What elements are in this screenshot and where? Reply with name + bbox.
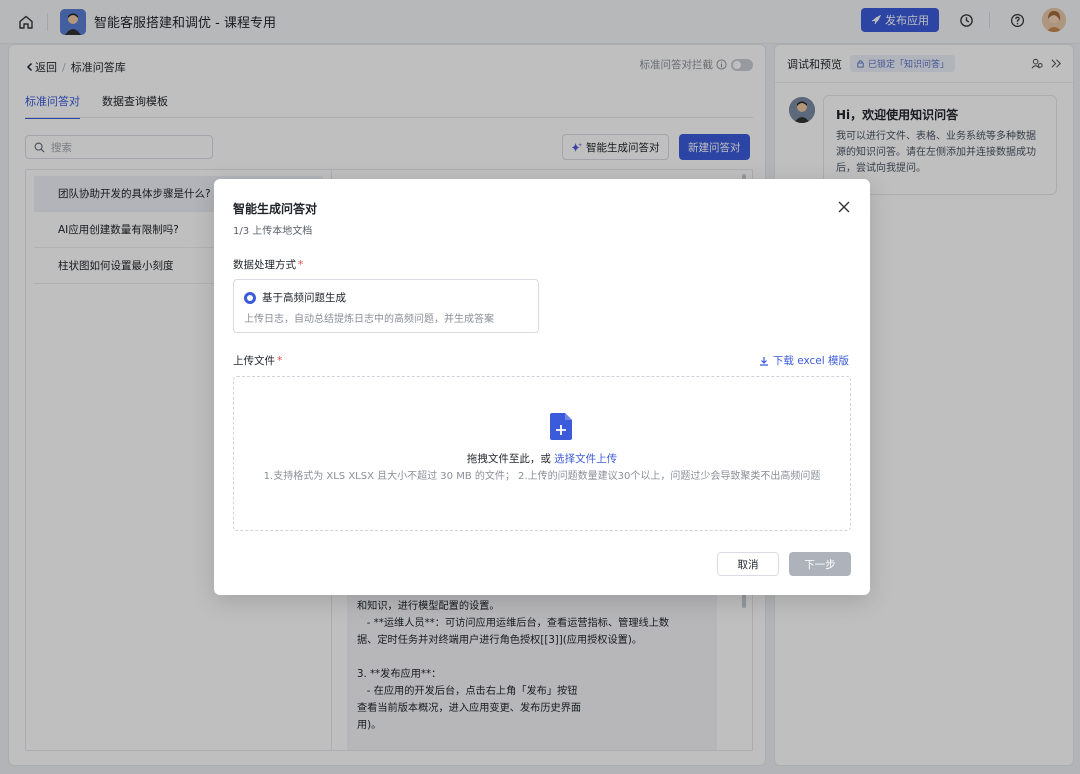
- drag-label: 拖拽文件至此，或: [466, 453, 555, 465]
- upload-label: 上传文件: [233, 355, 275, 367]
- option-title: 基于高频问题生成: [262, 292, 346, 304]
- required-mark: *: [298, 259, 304, 271]
- download-template-link[interactable]: 下载 excel 模版: [759, 353, 849, 368]
- ai-generate-dialog: 智能生成问答对 1/3 上传本地文档 数据处理方式 * 基于高频问题生成 上传日志…: [214, 179, 870, 595]
- method-field-label: 数据处理方式 *: [233, 257, 303, 272]
- drag-text: 拖拽文件至此，或 选择文件上传: [234, 451, 850, 466]
- close-icon[interactable]: [836, 199, 852, 215]
- option-description: 上传日志，自动总结提炼日志中的高频问题，并生成答案: [244, 314, 494, 325]
- file-drop-zone[interactable]: 拖拽文件至此，或 选择文件上传 1.支持格式为 XLS XLSX 且大小不超过 …: [233, 376, 851, 531]
- choose-file-link[interactable]: 选择文件上传: [554, 453, 617, 465]
- upload-field-label: 上传文件 *: [233, 353, 282, 368]
- file-add-icon: [550, 413, 572, 440]
- radio-selected[interactable]: [244, 291, 256, 304]
- download-label: 下载 excel 模版: [772, 355, 849, 367]
- next-button[interactable]: 下一步: [789, 552, 851, 576]
- dialog-title: 智能生成问答对: [233, 202, 318, 216]
- method-label: 数据处理方式: [233, 259, 296, 271]
- dialog-step: 1/3 上传本地文档: [233, 226, 313, 237]
- cancel-button[interactable]: 取消: [717, 552, 779, 576]
- required-mark: *: [277, 355, 283, 367]
- method-option[interactable]: 基于高频问题生成 上传日志，自动总结提炼日志中的高频问题，并生成答案: [233, 279, 539, 333]
- upload-hint: 1.支持格式为 XLS XLSX 且大小不超过 30 MB 的文件； 2.上传的…: [263, 471, 821, 482]
- download-icon: [759, 356, 768, 366]
